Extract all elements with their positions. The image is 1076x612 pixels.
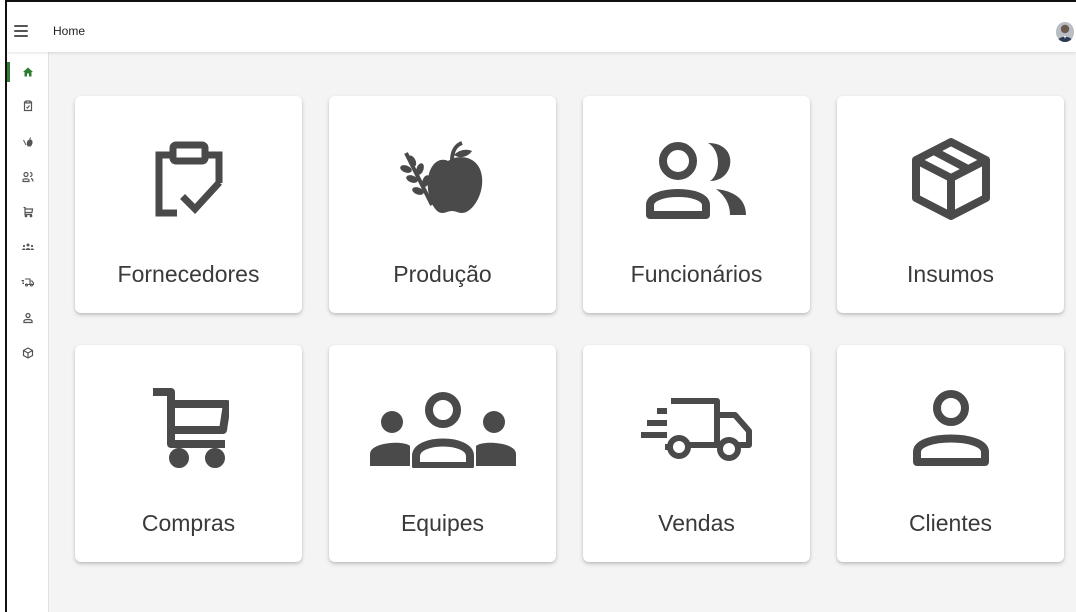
sidebar [7, 52, 49, 612]
cart-icon [23, 206, 33, 218]
sidebar-item-producao[interactable] [7, 128, 48, 156]
card-label: Insumos [907, 261, 994, 287]
sidebar-item-funcionarios[interactable] [7, 163, 48, 191]
team-icon [369, 392, 516, 468]
card-clientes[interactable]: Clientes [837, 345, 1064, 562]
card-insumos[interactable]: Insumos [837, 96, 1064, 313]
sidebar-item-compras[interactable] [7, 198, 48, 226]
card-vendas[interactable]: Vendas [583, 345, 810, 562]
hamburger-menu-icon[interactable] [14, 25, 28, 37]
clipboard-check-icon [155, 141, 222, 217]
page-title: Home [53, 24, 86, 38]
sidebar-item-equipes[interactable] [7, 233, 48, 261]
cart-icon [152, 388, 229, 468]
box-icon [22, 347, 33, 359]
card-label: Compras [141, 510, 236, 536]
truck-icon [21, 278, 34, 287]
truck-icon [640, 398, 752, 461]
sidebar-item-clientes[interactable] [7, 304, 48, 332]
person-icon [912, 390, 989, 466]
dashboard-grid: Fornecedores Produção Funcionários Insum… [49, 52, 1076, 612]
users-icon [645, 142, 746, 219]
app-window: Home Fornecedores Produção Funcionários … [5, 0, 1076, 612]
apple-wheat-icon [399, 141, 482, 213]
clipboard-check-icon [23, 100, 32, 112]
card-label: Produção [393, 261, 492, 287]
home-icon [22, 67, 33, 77]
top-bar: Home [7, 2, 1076, 52]
card-label: Fornecedores [117, 261, 260, 287]
sidebar-item-insumos[interactable] [7, 339, 48, 367]
card-compras[interactable]: Compras [75, 345, 302, 562]
card-funcionarios[interactable]: Funcionários [583, 96, 810, 313]
card-producao[interactable]: Produção [329, 96, 556, 313]
apple-wheat-icon [22, 137, 33, 147]
card-label: Equipes [400, 510, 485, 536]
sidebar-item-vendas[interactable] [7, 268, 48, 296]
person-icon [22, 312, 33, 324]
card-label: Funcionários [630, 261, 763, 287]
card-label: Vendas [658, 510, 735, 536]
sidebar-item-home[interactable] [7, 58, 48, 86]
card-label: Clientes [908, 510, 993, 536]
user-avatar[interactable] [1056, 22, 1074, 42]
card-equipes[interactable]: Equipes [329, 345, 556, 562]
sidebar-item-fornecedores[interactable] [7, 92, 48, 120]
users-icon [21, 171, 34, 183]
box-icon [911, 138, 990, 220]
card-fornecedores[interactable]: Fornecedores [75, 96, 302, 313]
team-icon [21, 243, 34, 250]
